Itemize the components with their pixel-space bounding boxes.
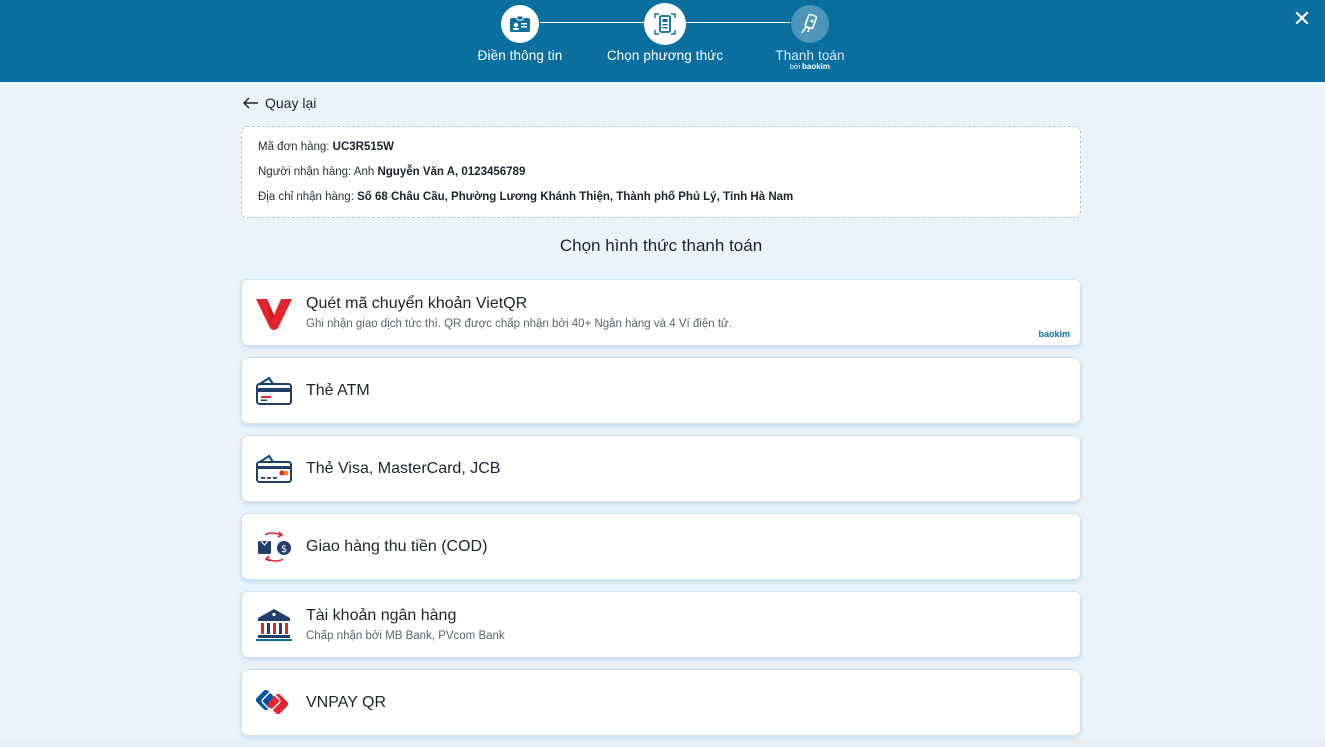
method-desc: Ghi nhận giao dịch tức thì. QR được chấp… [306,318,732,330]
order-summary: Mã đơn hàng: UC3R515W Người nhận hàng: A… [241,126,1081,218]
step-label: Thanh toán [775,48,845,63]
baokim-logo: baokim [1038,329,1070,339]
id-card-icon [501,5,539,43]
atm-card-icon [254,371,294,411]
address-row: Địa chỉ nhận hàng: Số 68 Châu Cầu, Phườn… [258,189,1064,214]
method-title: Tài khoản ngân hàng [306,607,457,624]
step-payment[interactable]: Thanh toán bởi baokim [735,5,885,71]
method-title: Thẻ ATM [306,381,370,399]
vietqr-logo-icon [254,293,294,333]
step-choose-method[interactable]: Chọn phương thức [590,5,740,63]
section-title: Chọn hình thức thanh toán [559,236,763,255]
back-link[interactable]: Quay lại [243,95,316,111]
method-title: Giao hàng thu tiền (COD) [306,537,488,555]
method-credit-card[interactable]: Thẻ Visa, MasterCard, JCB [241,435,1081,502]
address-value: Số 68 Châu Cầu, Phường Lương Khánh Thiện… [357,191,794,203]
recipient-value: Nguyễn Văn A, 0123456789 [377,166,526,178]
order-code-label: Mã đơn hàng: [258,141,333,153]
method-title: VNPAY QR [306,693,387,711]
method-vietqr[interactable]: Quét mã chuyển khoản VietQR Ghi nhận gia… [241,279,1081,346]
vnpay-logo-icon [254,683,294,723]
step-label: Điền thông tin [477,48,563,63]
credit-prefix: bởi [789,64,801,71]
close-button[interactable]: ✕ [1291,8,1313,30]
step-label: Chọn phương thức [606,48,724,63]
next-content-edge [0,740,1325,747]
header-bar: Điền thông tin Chọn phương thức Thanh to… [0,0,1325,82]
method-atm[interactable]: Thẻ ATM [241,357,1081,424]
recipient-row: Người nhận hàng: Anh Nguyễn Văn A, 01234… [258,164,1064,189]
method-title: Quét mã chuyển khoản VietQR [306,295,528,312]
back-label: Quay lại [265,95,317,111]
checkout-stepper: Điền thông tin Chọn phương thức Thanh to… [0,0,1325,82]
baokim-wordmark: baokim [801,62,830,71]
svg-text:$: $ [281,544,287,555]
address-label: Địa chỉ nhận hàng: [258,191,358,203]
credit-card-icon [254,449,294,489]
order-code-row: Mã đơn hàng: UC3R515W [258,139,1064,164]
bank-icon [254,605,294,645]
cod-exchange-icon: $ [254,527,294,567]
method-vnpay-qr[interactable]: VNPAY QR [241,669,1081,736]
payment-hand-icon [791,5,829,43]
method-cod[interactable]: $ Giao hàng thu tiền (COD) [241,513,1081,580]
method-title: Thẻ Visa, MasterCard, JCB [306,459,501,477]
baokim-credit: bởi baokim [735,62,885,71]
payment-methods-list: Quét mã chuyển khoản VietQR Ghi nhận gia… [241,279,1081,747]
method-desc: Chấp nhận bởi MB Bank, PVcom Bank [306,630,505,642]
recipient-label: Người nhận hàng: Anh [258,166,378,178]
payment-method-icon [646,5,684,43]
order-code-value: UC3R515W [332,141,395,153]
arrow-left-icon [243,97,258,109]
step-fill-info[interactable]: Điền thông tin [445,5,595,63]
method-bank-account[interactable]: Tài khoản ngân hàng Chấp nhận bởi MB Ban… [241,591,1081,658]
